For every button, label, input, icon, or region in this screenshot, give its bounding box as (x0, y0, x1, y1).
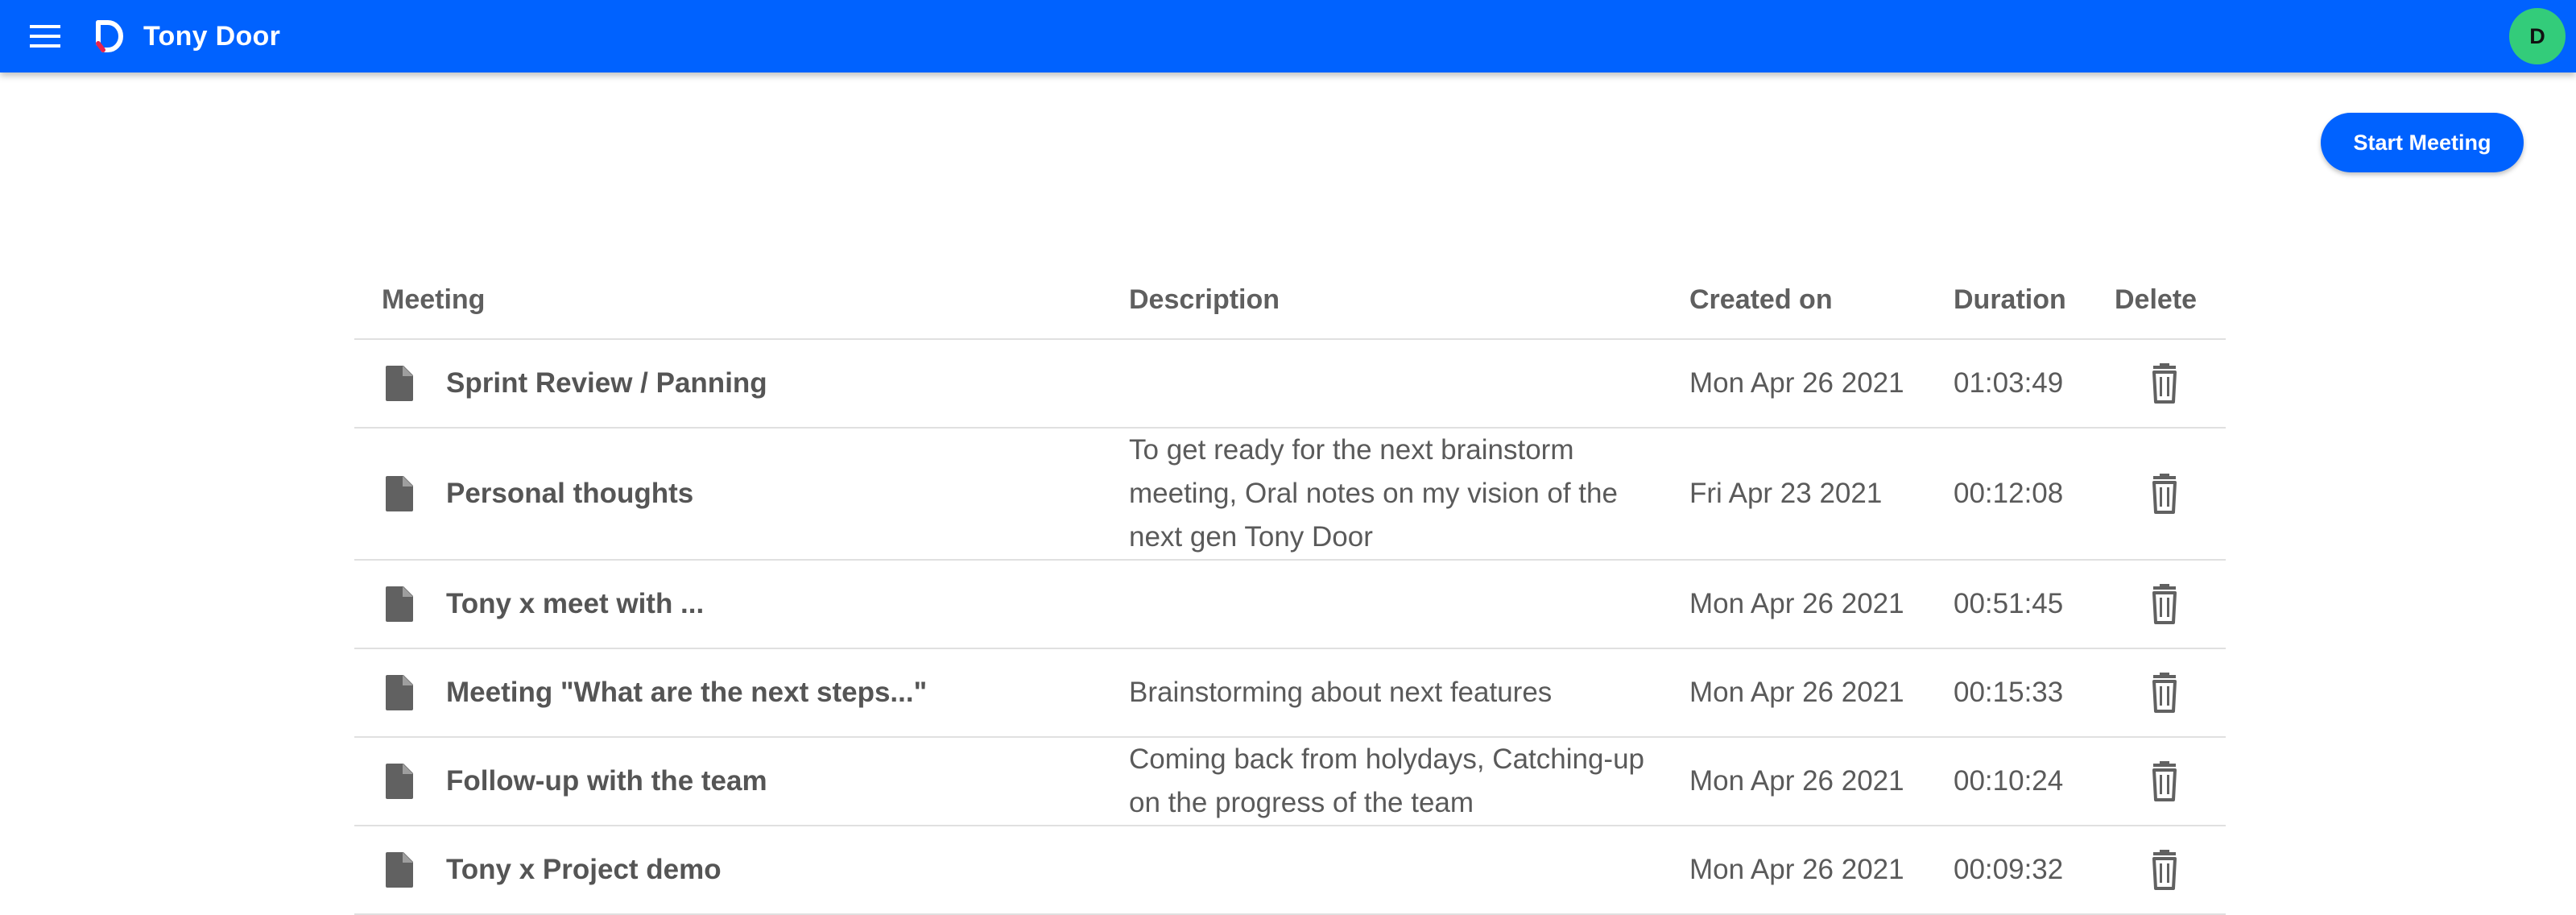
meeting-created-on: Mon Apr 26 2021 (1689, 588, 1904, 619)
meeting-description: Brainstorming about next features (1129, 677, 1553, 708)
start-meeting-button[interactable]: Start Meeting (2321, 113, 2524, 172)
meetings-table: Meeting Description Created on Duration … (354, 258, 2226, 915)
header-description: Description (1129, 284, 1280, 315)
meeting-duration: 00:12:08 (1954, 478, 2064, 509)
document-icon (383, 851, 416, 889)
meeting-created-on: Mon Apr 26 2021 (1689, 765, 1904, 797)
document-icon (383, 673, 416, 712)
table-row[interactable]: Personal thoughts To get ready for the n… (354, 429, 2226, 561)
delete-icon[interactable] (2147, 849, 2182, 891)
delete-icon[interactable] (2147, 362, 2182, 404)
table-row[interactable]: Tony x Project demo Mon Apr 26 2021 00:0… (354, 826, 2226, 915)
app-bar: Tony Door D (0, 0, 2576, 72)
table-row[interactable]: Sprint Review / Panning Mon Apr 26 2021 … (354, 340, 2226, 429)
meeting-duration: 01:03:49 (1954, 367, 2064, 399)
meeting-duration: 00:10:24 (1954, 765, 2064, 797)
meeting-name[interactable]: Meeting "What are the next steps..." (446, 677, 927, 709)
meeting-description: Coming back from holydays, Catching-up o… (1129, 743, 1645, 818)
document-icon (383, 474, 416, 513)
delete-icon[interactable] (2147, 760, 2182, 802)
document-icon (383, 585, 416, 623)
meeting-name[interactable]: Sprint Review / Panning (446, 367, 767, 400)
header-created-on: Created on (1689, 284, 1833, 315)
header-meeting: Meeting (382, 284, 486, 315)
meeting-name[interactable]: Tony x meet with ... (446, 588, 704, 620)
meeting-created-on: Fri Apr 23 2021 (1689, 478, 1883, 509)
meeting-description: To get ready for the next brainstorm mee… (1129, 434, 1618, 553)
table-row[interactable]: Meeting "What are the next steps..." Bra… (354, 649, 2226, 738)
delete-icon[interactable] (2147, 583, 2182, 625)
menu-icon[interactable] (24, 19, 66, 54)
document-icon (383, 364, 416, 403)
meeting-created-on: Mon Apr 26 2021 (1689, 677, 1904, 708)
logo-icon (93, 19, 126, 53)
app-title: Tony Door (143, 21, 281, 52)
meeting-name[interactable]: Follow-up with the team (446, 765, 767, 797)
meeting-duration: 00:15:33 (1954, 677, 2064, 708)
table-header: Meeting Description Created on Duration … (354, 258, 2226, 340)
meeting-created-on: Mon Apr 26 2021 (1689, 854, 1904, 885)
table-row[interactable]: Follow-up with the team Coming back from… (354, 738, 2226, 826)
delete-icon[interactable] (2147, 672, 2182, 714)
document-icon (383, 762, 416, 801)
delete-icon[interactable] (2147, 473, 2182, 515)
user-avatar[interactable]: D (2509, 8, 2566, 64)
header-duration: Duration (1954, 284, 2066, 315)
meeting-created-on: Mon Apr 26 2021 (1689, 367, 1904, 399)
header-delete: Delete (2115, 284, 2198, 315)
meeting-duration: 00:09:32 (1954, 854, 2064, 885)
meeting-name[interactable]: Tony x Project demo (446, 854, 722, 886)
meeting-name[interactable]: Personal thoughts (446, 478, 693, 510)
table-row[interactable]: Tony x meet with ... Mon Apr 26 2021 00:… (354, 561, 2226, 649)
meeting-duration: 00:51:45 (1954, 588, 2064, 619)
